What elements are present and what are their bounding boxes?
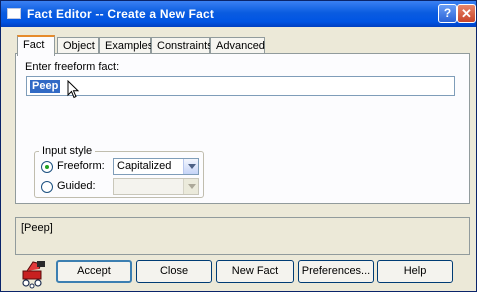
window-icon xyxy=(7,8,21,19)
fact-output-text: [Peep] xyxy=(21,222,53,234)
new-fact-button[interactable]: New Fact xyxy=(216,260,294,283)
tab-label: Object xyxy=(63,40,95,52)
freeform-radio-label: Freeform: xyxy=(57,160,105,172)
help-title-button[interactable]: ? xyxy=(438,4,457,23)
freeform-select-value: Capitalized xyxy=(117,160,172,172)
chevron-down-icon xyxy=(183,179,198,194)
freeform-fact-label: Enter freeform fact: xyxy=(25,61,120,73)
mouse-pointer-icon xyxy=(67,80,80,99)
fact-input-selected-text: Peep xyxy=(30,80,61,93)
tab-label: Examples xyxy=(105,40,154,52)
guided-radio-label: Guided: xyxy=(57,180,96,192)
guided-select[interactable] xyxy=(113,178,199,195)
freeform-capitalization-select[interactable]: Capitalized xyxy=(113,158,199,175)
help-button[interactable]: Help xyxy=(377,260,453,283)
window-title: Fact Editor -- Create a New Fact xyxy=(27,7,215,21)
accept-button[interactable]: Accept xyxy=(56,260,132,283)
input-style-legend: Input style xyxy=(39,145,96,157)
fact-output-area: [Peep] xyxy=(15,217,470,255)
preferences-button[interactable]: Preferences... xyxy=(298,260,374,283)
title-bar: Fact Editor -- Create a New Fact ? ✕ xyxy=(1,1,476,27)
tab-fact[interactable]: Fact xyxy=(17,35,55,56)
tab-label: Advanced xyxy=(216,40,265,52)
tab-label: Constraints xyxy=(157,40,213,52)
chevron-down-icon xyxy=(183,159,198,174)
guided-radio[interactable] xyxy=(41,181,53,193)
close-button[interactable]: Close xyxy=(136,260,212,283)
robot-arm-icon xyxy=(22,261,45,289)
freeform-radio[interactable] xyxy=(41,161,53,173)
close-title-button[interactable]: ✕ xyxy=(457,4,476,23)
fact-editor-window: Fact Editor -- Create a New Fact ? ✕ Fac… xyxy=(0,0,477,292)
freeform-fact-input[interactable]: Peep xyxy=(26,76,455,96)
tab-label: Fact xyxy=(23,39,45,51)
